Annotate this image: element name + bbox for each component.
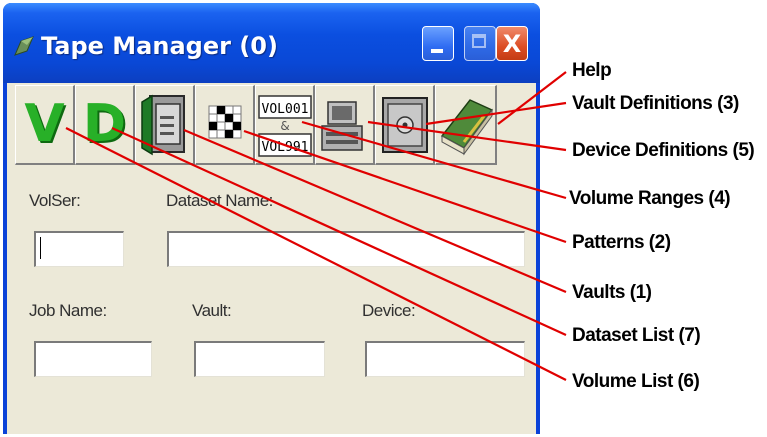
callout-device-definitions: Device Definitions (5): [572, 140, 755, 161]
callout-dataset-list: Dataset List (7): [572, 325, 701, 346]
callout-help: Help: [572, 60, 612, 81]
callout-vaults: Vaults (1): [572, 282, 652, 303]
callout-line-dataset-list: [111, 126, 567, 337]
callout-volume-ranges: Volume Ranges (4): [569, 188, 731, 209]
callout-line-patterns: [243, 129, 567, 244]
callout-vault-definitions: Vault Definitions (3): [572, 93, 739, 114]
callout-line-vaults: [183, 128, 567, 294]
callout-volume-list: Volume List (6): [572, 371, 700, 392]
callout-line-vault-definitions: [425, 101, 567, 126]
callout-patterns: Patterns (2): [572, 232, 671, 253]
callout-line-device-definitions: [367, 120, 567, 152]
callout-line-volume-list: [65, 127, 567, 381]
callout-line-help: [497, 71, 567, 125]
callout-line-volume-ranges: [301, 120, 567, 200]
